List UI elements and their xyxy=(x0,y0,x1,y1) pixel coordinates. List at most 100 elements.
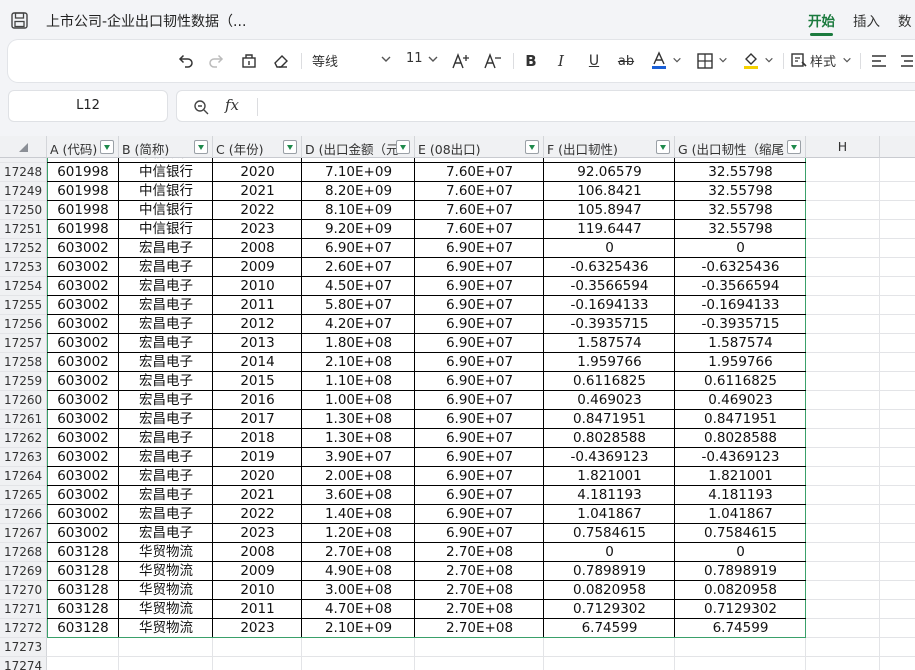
cell[interactable]: 2018 xyxy=(213,429,302,448)
cell[interactable]: 0.0820958 xyxy=(544,581,675,600)
cell[interactable]: 6.74599 xyxy=(544,619,675,638)
save-icon[interactable] xyxy=(11,12,28,29)
cell[interactable]: 1.10E+08 xyxy=(302,372,415,391)
cell[interactable]: 2.00E+08 xyxy=(302,467,415,486)
cell[interactable]: 宏昌电子 xyxy=(119,353,213,372)
cell[interactable]: 6.74599 xyxy=(675,619,806,638)
align-more-icon[interactable] xyxy=(898,49,914,73)
cell[interactable]: 0.7898919 xyxy=(675,562,806,581)
cell[interactable]: 2023 xyxy=(213,220,302,239)
column-header-h[interactable]: H xyxy=(806,136,880,158)
cell[interactable]: 宏昌电子 xyxy=(119,505,213,524)
row-number[interactable]: 17253 xyxy=(0,258,47,277)
cell[interactable]: 2013 xyxy=(213,334,302,353)
row-number[interactable]: 17271 xyxy=(0,600,47,619)
row-number[interactable]: 17249 xyxy=(0,182,47,201)
row-number[interactable]: 17263 xyxy=(0,448,47,467)
cell[interactable]: 603002 xyxy=(47,353,119,372)
cell[interactable]: 宏昌电子 xyxy=(119,239,213,258)
cell[interactable]: 4.50E+07 xyxy=(302,277,415,296)
chevron-down-icon[interactable] xyxy=(718,55,728,65)
cell[interactable]: 6.90E+07 xyxy=(415,258,544,277)
row-number[interactable]: 17261 xyxy=(0,410,47,429)
cell[interactable]: 6.90E+07 xyxy=(415,372,544,391)
italic-icon[interactable]: I xyxy=(550,49,572,73)
cell[interactable]: 6.90E+07 xyxy=(415,524,544,543)
cell[interactable]: 9.20E+09 xyxy=(302,220,415,239)
cell[interactable]: 603002 xyxy=(47,505,119,524)
filter-dropdown-icon[interactable] xyxy=(100,140,114,154)
cell[interactable]: 603128 xyxy=(47,600,119,619)
cell[interactable]: 601998 xyxy=(47,182,119,201)
cell[interactable]: 0.8471951 xyxy=(544,410,675,429)
cell[interactable]: 1.959766 xyxy=(544,353,675,372)
cell[interactable]: -0.1694133 xyxy=(544,296,675,315)
cell[interactable]: 601998 xyxy=(47,201,119,220)
cell[interactable]: 6.90E+07 xyxy=(415,505,544,524)
cell[interactable]: 2009 xyxy=(213,562,302,581)
style-icon[interactable] xyxy=(789,49,809,73)
cell[interactable]: 2.70E+08 xyxy=(415,562,544,581)
cell[interactable]: 5.80E+07 xyxy=(302,296,415,315)
cell[interactable]: 2.10E+08 xyxy=(302,353,415,372)
cell[interactable]: 8.20E+09 xyxy=(302,182,415,201)
cell[interactable]: 宏昌电子 xyxy=(119,524,213,543)
cell[interactable]: 2.70E+08 xyxy=(415,619,544,638)
cell[interactable]: 0.8028588 xyxy=(675,429,806,448)
cell[interactable]: 603002 xyxy=(47,391,119,410)
cell[interactable]: 105.8947 xyxy=(544,201,675,220)
column-header-a[interactable]: A (代码) xyxy=(47,136,119,158)
cell[interactable]: 603128 xyxy=(47,619,119,638)
cell[interactable]: 0.8028588 xyxy=(544,429,675,448)
cell[interactable]: 2022 xyxy=(213,201,302,220)
cell[interactable]: 0.8471951 xyxy=(675,410,806,429)
row-number[interactable]: 17262 xyxy=(0,429,47,448)
cell[interactable]: 华贸物流 xyxy=(119,543,213,562)
cell[interactable]: 603002 xyxy=(47,315,119,334)
filter-dropdown-icon[interactable] xyxy=(283,140,297,154)
row-number[interactable]: 17270 xyxy=(0,581,47,600)
cell[interactable]: 603128 xyxy=(47,581,119,600)
cell[interactable]: 603002 xyxy=(47,467,119,486)
row-number[interactable]: 17248 xyxy=(0,163,47,182)
cell[interactable]: 601998 xyxy=(47,220,119,239)
font-name-select[interactable]: 等线 xyxy=(312,51,338,70)
border-icon[interactable] xyxy=(694,49,716,73)
cell[interactable]: 6.90E+07 xyxy=(415,296,544,315)
cell[interactable]: 中信银行 xyxy=(119,201,213,220)
row-number[interactable]: 17273 xyxy=(0,638,47,657)
chevron-down-icon[interactable] xyxy=(672,55,682,65)
cell[interactable]: 中信银行 xyxy=(119,163,213,182)
row-number[interactable]: 17264 xyxy=(0,467,47,486)
cell[interactable]: 6.90E+07 xyxy=(415,486,544,505)
underline-icon[interactable]: U xyxy=(583,49,605,73)
cell[interactable]: 2017 xyxy=(213,410,302,429)
cell[interactable]: 603128 xyxy=(47,543,119,562)
cell[interactable]: 1.821001 xyxy=(675,467,806,486)
formula-input[interactable]: fx xyxy=(176,90,915,122)
cell[interactable]: 宏昌电子 xyxy=(119,334,213,353)
cell[interactable]: 603002 xyxy=(47,372,119,391)
cell[interactable]: 6.90E+07 xyxy=(415,239,544,258)
row-number[interactable]: 17257 xyxy=(0,334,47,353)
cell[interactable]: 601998 xyxy=(47,163,119,182)
column-header-e[interactable]: E (08出口) xyxy=(415,136,544,158)
cell[interactable]: -0.3935715 xyxy=(675,315,806,334)
cell[interactable]: 2012 xyxy=(213,315,302,334)
row-number[interactable]: 17268 xyxy=(0,543,47,562)
cell[interactable]: 宏昌电子 xyxy=(119,467,213,486)
cell[interactable]: 0.6116825 xyxy=(675,372,806,391)
cell[interactable]: 2020 xyxy=(213,163,302,182)
cell[interactable]: 2.70E+08 xyxy=(415,581,544,600)
cell[interactable]: 32.55798 xyxy=(675,201,806,220)
cell[interactable]: 宏昌电子 xyxy=(119,258,213,277)
cell[interactable]: 宏昌电子 xyxy=(119,486,213,505)
cell[interactable]: 2.70E+08 xyxy=(415,600,544,619)
column-header-i[interactable]: I xyxy=(880,136,915,158)
cell[interactable]: 603002 xyxy=(47,486,119,505)
undo-icon[interactable] xyxy=(175,49,197,73)
cell[interactable]: -0.3566594 xyxy=(675,277,806,296)
cell[interactable]: 1.20E+08 xyxy=(302,524,415,543)
cell[interactable]: -0.4369123 xyxy=(675,448,806,467)
column-header-g[interactable]: G (出口韧性（缩尾 xyxy=(675,136,806,158)
